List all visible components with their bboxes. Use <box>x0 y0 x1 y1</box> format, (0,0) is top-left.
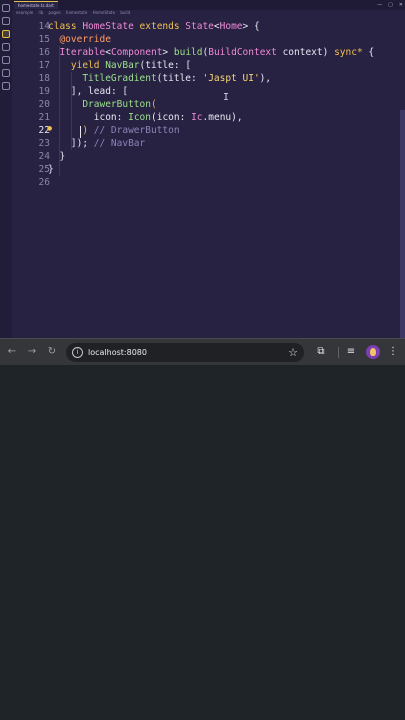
code-text[interactable]: class HomeState extends State<Home> { <box>48 20 260 33</box>
code-text[interactable]: @override <box>48 33 110 46</box>
code-line[interactable]: 25} <box>12 163 401 176</box>
line-number: 24 <box>38 151 50 162</box>
puzzle-icon[interactable]: ⧉ <box>314 345 328 359</box>
vscode-window: homestate.ts.dart — ▢ ✕ example lib page… <box>0 0 405 340</box>
line-number: 19 <box>38 86 50 97</box>
breadcrumb-item[interactable]: lib <box>39 10 44 15</box>
line-number: 16 <box>38 47 50 58</box>
close-button[interactable]: ✕ <box>399 0 403 10</box>
code-text[interactable]: ]); // NavBar <box>48 137 145 150</box>
breadcrumb-item[interactable]: pages <box>49 10 61 15</box>
line-number: 26 <box>38 177 50 188</box>
line-number: 15 <box>38 34 50 45</box>
address-bar[interactable]: i localhost:8080 ☆ <box>66 343 304 362</box>
line-number: 20 <box>38 99 50 110</box>
source-control-icon[interactable] <box>2 30 10 38</box>
toolbar-divider <box>338 347 339 358</box>
breadcrumb-item[interactable]: HomeState <box>93 10 115 15</box>
search-icon[interactable] <box>2 17 10 25</box>
code-line[interactable]: 19 ], lead: [ <box>12 85 401 98</box>
code-text[interactable]: Iterable<Component> build(BuildContext c… <box>48 46 374 59</box>
extensions-icon[interactable] <box>2 56 10 64</box>
info-icon[interactable]: i <box>72 347 83 358</box>
explorer-icon[interactable] <box>2 4 10 12</box>
media-controls-icon[interactable]: ≡ <box>344 345 358 359</box>
code-text[interactable]: TitleGradient(title: 'Jaspt UI'), <box>48 72 271 85</box>
code-line[interactable]: 18 TitleGradient(title: 'Jaspt UI'), <box>12 72 401 85</box>
lightbulb-icon[interactable]: ● <box>47 126 52 132</box>
text-cursor <box>80 126 81 138</box>
code-text[interactable]: yield NavBar(title: [ <box>48 59 191 72</box>
code-line[interactable]: 15 @override <box>12 33 401 46</box>
url-text[interactable]: localhost:8080 <box>88 343 147 362</box>
breadcrumb-item[interactable]: build <box>120 10 130 15</box>
maximize-button[interactable]: ▢ <box>388 0 393 10</box>
activity-bar <box>0 0 12 340</box>
mouse-cursor-icon: I <box>223 92 230 103</box>
code-text[interactable]: ], lead: [ <box>48 85 128 98</box>
code-line[interactable]: 17 yield NavBar(title: [ <box>12 59 401 72</box>
back-button[interactable]: ← <box>6 346 18 358</box>
line-number: 17 <box>38 60 50 71</box>
editor-titlebar: homestate.ts.dart — ▢ ✕ <box>12 0 405 10</box>
code-editor[interactable]: 14 class HomeState extends State<Home> {1… <box>12 20 401 340</box>
reload-button[interactable]: ↻ <box>46 346 58 358</box>
line-number: 14 <box>38 21 50 32</box>
code-text[interactable]: icon: Icon(icon: Ic.menu), <box>48 111 243 124</box>
testing-icon[interactable] <box>2 69 10 77</box>
kebab-menu-icon[interactable]: ⋮ <box>386 345 400 359</box>
code-line[interactable]: 20 DrawerButton( <box>12 98 401 111</box>
forward-button[interactable]: → <box>26 346 38 358</box>
breadcrumb-item[interactable]: homestate <box>66 10 87 15</box>
line-number: 18 <box>38 73 50 84</box>
code-text[interactable]: } <box>48 163 54 176</box>
browser-toolbar: ← → ↻ i localhost:8080 ☆ ⧉ ≡ ⋮ <box>0 338 405 365</box>
avatar[interactable] <box>366 345 380 359</box>
code-line[interactable]: 21 icon: Icon(icon: Ic.menu), <box>12 111 401 124</box>
line-number: 25 <box>38 164 50 175</box>
code-text[interactable]: ) // DrawerButton <box>48 124 179 137</box>
minimize-button[interactable]: — <box>377 0 382 10</box>
breadcrumb-item[interactable]: example <box>16 10 33 15</box>
code-line[interactable]: 16 Iterable<Component> build(BuildContex… <box>12 46 401 59</box>
code-line[interactable]: 26 <box>12 176 401 189</box>
debug-icon[interactable] <box>2 43 10 51</box>
code-line[interactable]: 24 } <box>12 150 401 163</box>
code-line[interactable]: 14 class HomeState extends State<Home> { <box>12 20 401 33</box>
code-text[interactable]: DrawerButton( <box>48 98 156 111</box>
star-icon[interactable]: ☆ <box>288 344 298 361</box>
editor-scrollbar[interactable] <box>400 110 405 338</box>
code-text[interactable]: } <box>48 150 65 163</box>
code-line[interactable]: 23 ]); // NavBar <box>12 137 401 150</box>
code-line[interactable]: 22 ) // DrawerButton <box>12 124 401 137</box>
window-controls: — ▢ ✕ <box>377 0 403 10</box>
page-viewport[interactable] <box>0 365 405 720</box>
editor-tab[interactable]: homestate.ts.dart <box>14 1 58 9</box>
line-number: 21 <box>38 112 50 123</box>
line-number: 23 <box>38 138 50 149</box>
breadcrumb: example lib pages homestate HomeState bu… <box>12 10 405 16</box>
remote-icon[interactable] <box>2 82 10 90</box>
